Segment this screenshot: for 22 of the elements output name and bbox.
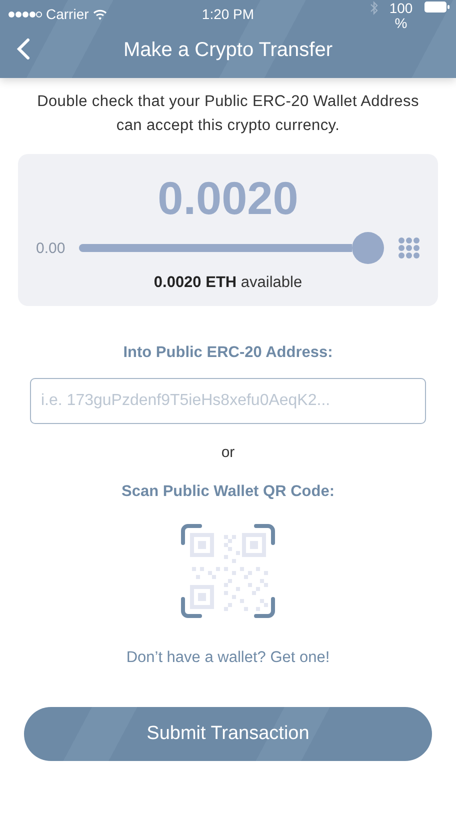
signal-icon: [8, 10, 42, 18]
scan-label: Scan Public Wallet QR Code:: [121, 483, 334, 501]
window-title: Make a Crypto Transfer: [124, 38, 332, 62]
bluetooth-icon: [370, 1, 378, 15]
battery-icon: [424, 1, 450, 13]
battery-percent: 100 %: [388, 1, 414, 31]
address-label: Into Public ERC-20 Address:: [123, 344, 333, 362]
get-wallet-link[interactable]: Don’t have a wallet? Get one!: [126, 649, 330, 667]
address-field[interactable]: i.e. 173guPzdenf9T5ieHs8xefu0AeqK2...: [30, 378, 426, 424]
qr-code-icon[interactable]: [180, 523, 276, 619]
submit-button[interactable]: Submit Transaction: [24, 707, 432, 761]
carrier-name: Carrier: [46, 6, 89, 22]
keypad-icon[interactable]: [398, 237, 420, 259]
slider-thumb[interactable]: [352, 232, 384, 264]
back-icon[interactable]: [16, 38, 30, 60]
wifi-icon: [92, 8, 107, 20]
or-separator: or: [221, 444, 235, 461]
amount-value: 0.0020: [158, 172, 298, 224]
notice-text: Double check that your Public ERC-20 Wallet Address can accept this crypto currency.: [36, 92, 420, 136]
available-balance: 0.0020 ETH available: [154, 274, 302, 292]
slider-min-label: 0.00: [36, 240, 66, 256]
status-time: 1:20 PM: [200, 6, 256, 22]
